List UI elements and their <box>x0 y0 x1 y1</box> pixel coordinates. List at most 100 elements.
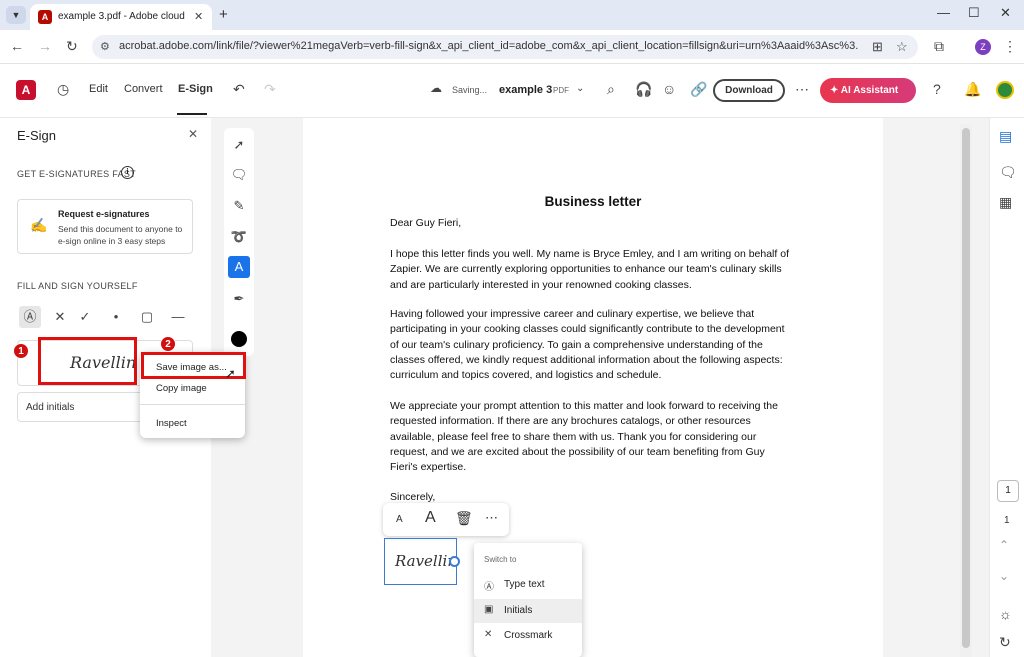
document-name[interactable]: example 3 <box>499 84 552 96</box>
extensions-icon[interactable]: ⧉ <box>934 38 944 55</box>
increase-size-icon[interactable]: A <box>425 509 436 527</box>
dot-tool-icon[interactable]: • <box>105 306 127 328</box>
lasso-icon[interactable]: ➰ <box>228 226 250 248</box>
minimize-button[interactable]: — <box>937 5 950 20</box>
back-button[interactable]: ← <box>10 38 24 54</box>
comment-icon[interactable]: 🗨 <box>228 164 250 186</box>
color-picker[interactable] <box>231 331 247 347</box>
browser-menu-icon[interactable]: ⋮ <box>1003 38 1017 55</box>
inspect-item[interactable]: Inspect <box>156 418 187 429</box>
close-window-button[interactable]: ✕ <box>1000 5 1011 21</box>
fill-sign-label: FILL AND SIGN YOURSELF <box>17 281 138 291</box>
placed-signature-field[interactable]: Ravellin <box>384 538 457 585</box>
request-esignatures-card[interactable]: ✍ Request e-signatures Send this documen… <box>17 199 193 254</box>
browser-tabbar: ▼ A example 3.pdf - Adobe cloud st ✕ + —… <box>0 0 1024 30</box>
mouse-cursor-icon: ➚ <box>225 366 236 381</box>
select-pointer-icon[interactable]: ➚ <box>228 134 250 156</box>
step-marker-1: 1 <box>13 343 29 359</box>
letter-title: Business letter <box>544 194 642 209</box>
refresh-icon[interactable]: ↻ <box>999 634 1011 651</box>
forward-button[interactable]: → <box>38 38 52 54</box>
vertical-scrollbar[interactable] <box>960 124 972 657</box>
read-aloud-icon[interactable]: 🎧 <box>635 81 652 98</box>
current-page-field[interactable]: 1 <box>997 480 1019 502</box>
install-app-icon[interactable]: ⊞ <box>872 39 883 55</box>
more-options-icon[interactable]: ⋯ <box>485 510 498 526</box>
sign-pen-icon[interactable]: ✒ <box>228 288 250 310</box>
delete-trash-icon[interactable]: 🗑 <box>455 510 473 527</box>
menu-esign[interactable]: E-Sign <box>178 83 213 95</box>
acrobat-favicon-icon: A <box>38 10 52 24</box>
maximize-button[interactable]: ☐ <box>968 5 980 21</box>
page-down-icon[interactable]: ⌄ <box>999 569 1009 583</box>
comments-icon[interactable]: 🗨 <box>999 164 1017 181</box>
letter-greeting: Dear Guy Fieri, <box>390 217 462 229</box>
brightness-icon[interactable]: ☼ <box>999 606 1012 622</box>
type-text-label: Type text <box>504 579 545 590</box>
url-field[interactable]: ⚙ acrobat.adobe.com/link/file/?viewer%21… <box>92 35 918 59</box>
notifications-bell-icon[interactable]: 🔔 <box>964 81 981 98</box>
edit-pdf-icon[interactable]: ▤ <box>999 128 1012 145</box>
switch-type-text[interactable]: Ⓐ Type text <box>474 573 582 597</box>
close-panel-icon[interactable]: ✕ <box>188 127 198 141</box>
help-icon[interactable]: ? <box>933 81 941 97</box>
decrease-size-icon[interactable]: A <box>396 514 403 525</box>
info-icon[interactable]: i <box>121 166 134 179</box>
line-tool-icon[interactable]: — <box>167 306 189 328</box>
text-box-icon[interactable]: A <box>228 256 250 278</box>
tab-title: example 3.pdf - Adobe cloud st <box>58 11 186 22</box>
pen-icon[interactable]: ✎ <box>228 195 250 217</box>
add-initials-label: Add initials <box>26 402 75 413</box>
tab-close-icon[interactable]: ✕ <box>194 10 203 23</box>
saving-status: Saving... <box>452 85 488 95</box>
switch-to-menu: Switch to Ⓐ Type text ▣ Initials ✕ Cross… <box>474 543 582 657</box>
chevron-down-icon[interactable]: ⌄ <box>576 83 584 94</box>
new-tab-button[interactable]: + <box>219 6 228 23</box>
menu-edit[interactable]: Edit <box>89 83 108 95</box>
browser-tab[interactable]: A example 3.pdf - Adobe cloud st ✕ <box>30 4 212 30</box>
tab-list-button[interactable]: ▼ <box>6 6 26 24</box>
link-icon[interactable]: 🔗 <box>690 81 707 98</box>
more-options-icon[interactable]: ⋯ <box>795 81 809 98</box>
acrobat-logo-icon[interactable]: A <box>16 80 36 100</box>
url-text: acrobat.adobe.com/link/file/?viewer%21me… <box>119 40 859 52</box>
switch-crossmark[interactable]: ✕ Crossmark <box>474 624 582 648</box>
menu-convert[interactable]: Convert <box>124 83 163 95</box>
rectangle-tool-icon[interactable]: ▢ <box>136 306 158 328</box>
profile-avatar[interactable]: Z <box>975 39 991 55</box>
tool-rail: ➚ 🗨 ✎ ➰ A ✒ <box>224 128 254 356</box>
document-type: PDF <box>553 86 569 95</box>
ai-assistant-label: AI Assistant <box>840 85 899 96</box>
initials-label: Initials <box>504 605 533 616</box>
copy-image-item[interactable]: Copy image <box>156 383 207 394</box>
history-icon[interactable]: ◷ <box>57 81 69 98</box>
page-up-icon[interactable]: ⌃ <box>999 538 1009 552</box>
type-text-icon: Ⓐ <box>484 582 494 593</box>
switch-initials[interactable]: ▣ Initials <box>474 599 582 623</box>
placed-signature: Ravellin <box>395 552 457 570</box>
bookmark-star-icon[interactable]: ☆ <box>896 39 908 55</box>
reload-button[interactable]: ↻ <box>66 38 78 55</box>
thumbnails-grid-icon[interactable]: ▦ <box>999 194 1012 211</box>
ai-assistant-button[interactable]: ✦ AI Assistant <box>820 78 916 103</box>
user-avatar[interactable] <box>996 81 1014 99</box>
crossmark-label: Crossmark <box>504 630 553 641</box>
request-title: Request e-signatures <box>58 209 150 219</box>
signature-toolbar: A A 🗑 ⋯ <box>383 503 509 536</box>
active-menu-indicator <box>177 113 207 115</box>
redo-icon[interactable]: ↷ <box>264 81 276 98</box>
checkmark-tool-icon[interactable]: ✓ <box>74 306 96 328</box>
text-field-tool-icon[interactable]: Ⓐ <box>19 306 41 328</box>
share-user-icon[interactable]: ☺ <box>662 81 676 97</box>
search-icon[interactable]: ⌕ <box>607 81 615 98</box>
resize-handle[interactable] <box>449 556 460 567</box>
step-marker-2: 2 <box>160 336 176 352</box>
crossmark-tool-icon[interactable]: ✕ <box>49 306 71 328</box>
get-esignatures-label: GET E-SIGNATURES FAST <box>17 169 136 179</box>
scrollbar-thumb[interactable] <box>962 128 970 648</box>
undo-icon[interactable]: ↶ <box>233 81 245 98</box>
site-info-icon[interactable]: ⚙ <box>100 40 110 53</box>
cloud-icon: ☁ <box>430 81 442 95</box>
request-description: Send this document to anyone to e-sign o… <box>58 224 183 246</box>
download-button[interactable]: Download <box>713 79 785 102</box>
